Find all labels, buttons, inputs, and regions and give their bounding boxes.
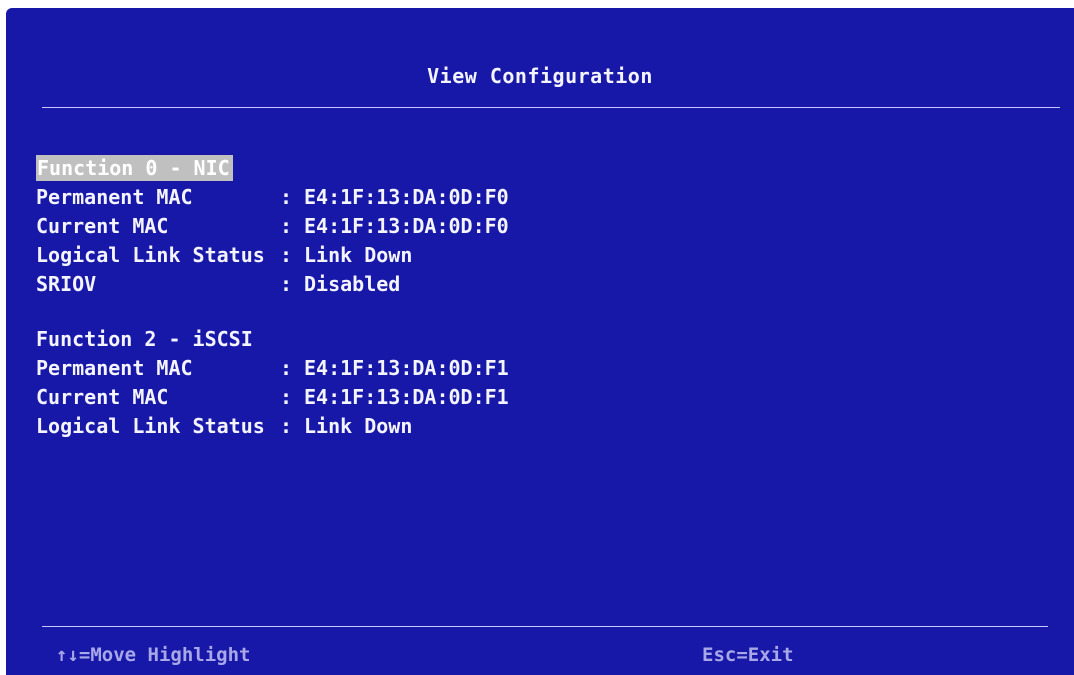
row-separator: :	[280, 414, 293, 438]
bios-screen: View Configuration Function 0 - NIC Perm…	[6, 8, 1074, 675]
row-separator: :	[280, 243, 293, 267]
function-0-current-mac-row: Current MAC: E4:1F:13:DA:0D:F0	[36, 212, 936, 241]
row-label: Logical Link Status	[36, 243, 265, 267]
row-value: E4:1F:13:DA:0D:F0	[304, 214, 509, 238]
function-0-permanent-mac-row: Permanent MAC: E4:1F:13:DA:0D:F0	[36, 183, 936, 212]
header-divider	[42, 107, 1060, 108]
function-2-current-mac-row: Current MAC: E4:1F:13:DA:0D:F1	[36, 383, 936, 412]
row-value: E4:1F:13:DA:0D:F1	[304, 385, 509, 409]
row-value: E4:1F:13:DA:0D:F0	[304, 185, 509, 209]
exit-hint: Esc=Exit	[702, 644, 794, 666]
row-label: Logical Link Status	[36, 414, 265, 438]
function-2-group: Function 2 - iSCSI Permanent MAC: E4:1F:1…	[36, 325, 936, 441]
row-label: Current MAC	[36, 385, 169, 409]
function-2-heading[interactable]: Function 2 - iSCSI	[36, 325, 936, 354]
footer-bar: ↑↓=Move Highlight Esc=Exit	[6, 644, 1074, 670]
row-value: E4:1F:13:DA:0D:F1	[304, 356, 509, 380]
row-separator: :	[280, 272, 293, 296]
function-0-group: Function 0 - NIC Permanent MAC: E4:1F:13:…	[36, 154, 936, 299]
row-label: Permanent MAC	[36, 356, 193, 380]
row-value: Link Down	[304, 243, 413, 267]
row-separator: :	[280, 185, 293, 209]
row-label: Permanent MAC	[36, 185, 193, 209]
config-content: Function 0 - NIC Permanent MAC: E4:1F:13:…	[36, 154, 936, 467]
function-2-permanent-mac-row: Permanent MAC: E4:1F:13:DA:0D:F1	[36, 354, 936, 383]
function-2-link-status-row: Logical Link Status: Link Down	[36, 412, 936, 441]
function-0-link-status-row: Logical Link Status: Link Down	[36, 241, 936, 270]
move-highlight-hint: ↑↓=Move Highlight	[56, 644, 251, 666]
row-separator: :	[280, 385, 293, 409]
function-0-heading-label: Function 0 - NIC	[36, 155, 233, 181]
row-label: SRIOV	[36, 272, 97, 296]
row-label: Current MAC	[36, 214, 169, 238]
row-value: Link Down	[304, 414, 413, 438]
row-value: Disabled	[304, 272, 401, 296]
row-separator: :	[280, 214, 293, 238]
footer-divider	[42, 626, 1048, 627]
page-title: View Configuration	[427, 64, 653, 88]
function-0-heading[interactable]: Function 0 - NIC	[36, 154, 936, 183]
function-2-heading-label: Function 2 - iSCSI	[36, 327, 253, 351]
function-0-sriov-row: SRIOV: Disabled	[36, 270, 936, 299]
row-separator: :	[280, 356, 293, 380]
